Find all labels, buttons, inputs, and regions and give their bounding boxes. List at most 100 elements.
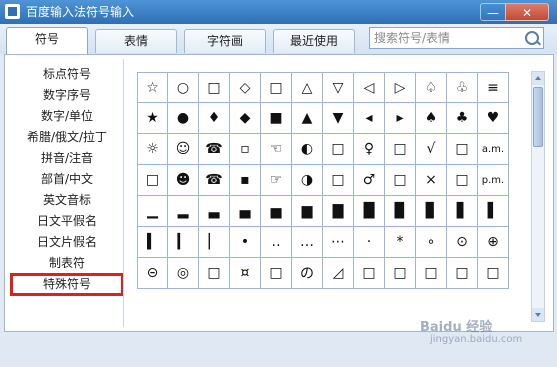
search-icon[interactable] <box>525 31 539 45</box>
symbol-cell[interactable]: ◂ <box>354 103 385 134</box>
symbol-cell[interactable]: ♣ <box>447 103 478 134</box>
symbol-cell[interactable]: ◇ <box>230 72 261 103</box>
symbol-cell[interactable]: ▍ <box>137 227 168 258</box>
symbol-cell[interactable]: ⊝ <box>137 258 168 289</box>
symbol-cell[interactable]: … <box>292 227 323 258</box>
symbol-cell[interactable]: ♥ <box>478 103 509 134</box>
symbol-cell[interactable]: ∘ <box>416 227 447 258</box>
symbol-cell[interactable]: ♠ <box>416 103 447 134</box>
symbol-cell[interactable]: □ <box>261 72 292 103</box>
symbol-cell[interactable]: ♤ <box>416 72 447 103</box>
symbol-cell[interactable]: □ <box>323 165 354 196</box>
symbol-cell[interactable]: □ <box>478 258 509 289</box>
symbol-cell[interactable]: • <box>230 227 261 258</box>
category-greek-russian-latin[interactable]: 希腊/俄文/拉丁 <box>11 127 123 148</box>
symbol-cell[interactable]: □ <box>199 72 230 103</box>
symbol-cell[interactable]: ◿ <box>323 258 354 289</box>
symbol-cell[interactable]: √ <box>416 134 447 165</box>
symbol-cell[interactable]: ▇ <box>323 196 354 227</box>
symbol-cell[interactable]: □ <box>447 134 478 165</box>
symbol-cell[interactable]: ◆ <box>230 103 261 134</box>
scroll-thumb[interactable] <box>533 87 543 147</box>
symbol-cell[interactable]: ☞ <box>261 165 292 196</box>
symbol-cell[interactable]: □ <box>354 258 385 289</box>
category-number-sequence[interactable]: 数字序号 <box>11 85 123 106</box>
symbol-cell[interactable]: ◑ <box>292 165 323 196</box>
symbol-cell[interactable]: ◁ <box>354 72 385 103</box>
symbol-cell[interactable]: ▄ <box>230 196 261 227</box>
symbol-cell[interactable]: ▫ <box>230 134 261 165</box>
category-special-symbols[interactable]: 特殊符号 <box>10 273 124 296</box>
symbol-cell[interactable]: ▲ <box>292 103 323 134</box>
symbol-cell[interactable]: ▃ <box>199 196 230 227</box>
symbol-cell[interactable]: ▂ <box>168 196 199 227</box>
symbol-cell[interactable]: ● <box>168 103 199 134</box>
symbol-scrollbar[interactable] <box>531 71 545 322</box>
symbol-cell[interactable]: ■ <box>261 103 292 134</box>
category-punctuation[interactable]: 标点符号 <box>11 64 123 85</box>
symbol-cell[interactable]: ▊ <box>416 196 447 227</box>
symbol-cell[interactable]: ○ <box>168 72 199 103</box>
symbol-cell[interactable]: ▁ <box>137 196 168 227</box>
symbol-cell[interactable]: □ <box>261 258 292 289</box>
symbol-cell[interactable]: ▼ <box>323 103 354 134</box>
symbol-cell[interactable]: ☺ <box>168 134 199 165</box>
symbol-cell[interactable]: □ <box>385 134 416 165</box>
scroll-up-button[interactable] <box>532 72 544 85</box>
tab-symbols[interactable]: 符号 <box>6 27 88 55</box>
symbol-cell[interactable]: █ <box>354 196 385 227</box>
category-katakana[interactable]: 日文片假名 <box>11 232 123 253</box>
symbol-cell[interactable]: □ <box>385 165 416 196</box>
symbol-cell[interactable]: ☆ <box>137 72 168 103</box>
symbol-cell[interactable]: の <box>292 258 323 289</box>
symbol-cell[interactable]: * <box>385 227 416 258</box>
symbol-cell[interactable]: ▅ <box>261 196 292 227</box>
symbol-cell[interactable]: ▎ <box>168 227 199 258</box>
symbol-cell[interactable]: × <box>416 165 447 196</box>
symbol-cell[interactable]: ◎ <box>168 258 199 289</box>
close-button[interactable]: ✕ <box>505 3 549 21</box>
symbol-cell[interactable]: ‥ <box>261 227 292 258</box>
scroll-down-button[interactable] <box>532 308 544 321</box>
symbol-cell[interactable]: ▌ <box>478 196 509 227</box>
symbol-cell[interactable]: □ <box>447 165 478 196</box>
symbol-cell[interactable]: ▷ <box>385 72 416 103</box>
tab-recent[interactable]: 最近使用 <box>273 29 355 53</box>
category-pinyin-zhuyin[interactable]: 拼音/注音 <box>11 148 123 169</box>
symbol-cell[interactable]: p.m. <box>478 165 509 196</box>
symbol-cell[interactable]: ⋯ <box>323 227 354 258</box>
symbol-cell[interactable]: ▪ <box>230 165 261 196</box>
symbol-cell[interactable]: ★ <box>137 103 168 134</box>
search-input[interactable] <box>370 28 528 48</box>
category-number-unit[interactable]: 数字/单位 <box>11 106 123 127</box>
symbol-cell[interactable]: ≡ <box>478 72 509 103</box>
symbol-cell[interactable]: ▏ <box>199 227 230 258</box>
symbol-cell[interactable]: □ <box>199 258 230 289</box>
symbol-cell[interactable]: □ <box>447 258 478 289</box>
symbol-cell[interactable]: ▋ <box>447 196 478 227</box>
symbol-cell[interactable]: □ <box>323 134 354 165</box>
symbol-cell[interactable]: ▆ <box>292 196 323 227</box>
symbol-cell[interactable]: □ <box>137 165 168 196</box>
symbol-cell[interactable]: ☻ <box>168 165 199 196</box>
symbol-cell[interactable]: ▽ <box>323 72 354 103</box>
symbol-cell[interactable]: · <box>354 227 385 258</box>
symbol-cell[interactable]: ♧ <box>447 72 478 103</box>
category-english-phonetic[interactable]: 英文音标 <box>11 190 123 211</box>
symbol-cell[interactable]: ☼ <box>137 134 168 165</box>
symbol-cell[interactable]: ☎ <box>199 165 230 196</box>
symbol-cell[interactable]: ♦ <box>199 103 230 134</box>
category-box-drawing[interactable]: 制表符 <box>11 253 123 274</box>
minimize-button[interactable]: — <box>480 3 506 21</box>
symbol-cell[interactable]: ☜ <box>261 134 292 165</box>
symbol-cell[interactable]: □ <box>416 258 447 289</box>
symbol-cell[interactable]: ⊙ <box>447 227 478 258</box>
symbol-cell[interactable]: ☎ <box>199 134 230 165</box>
symbol-cell[interactable]: □ <box>385 258 416 289</box>
symbol-cell[interactable]: ⊕ <box>478 227 509 258</box>
tab-ascii-art[interactable]: 字符画 <box>184 29 266 53</box>
symbol-cell[interactable]: ▉ <box>385 196 416 227</box>
symbol-cell[interactable]: △ <box>292 72 323 103</box>
symbol-cell[interactable]: ¤ <box>230 258 261 289</box>
symbol-cell[interactable]: a.m. <box>478 134 509 165</box>
